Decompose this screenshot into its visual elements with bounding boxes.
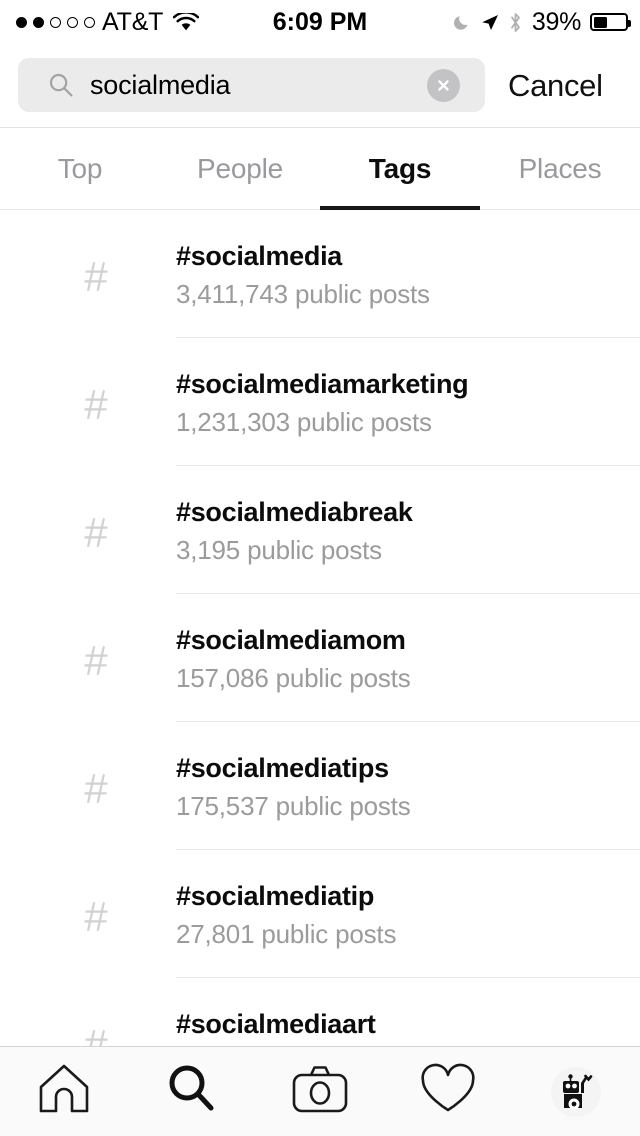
status-bar-right: 39% — [453, 8, 628, 37]
location-arrow-icon — [480, 13, 499, 32]
hashtag-icon: # — [75, 768, 117, 810]
profile-avatar — [551, 1067, 601, 1117]
table-row-body: #socialmediabreak 3,195 public posts — [176, 466, 640, 594]
tab-home[interactable] — [0, 1047, 128, 1136]
hashtag-icon: # — [75, 640, 117, 682]
search-icon — [165, 1062, 219, 1121]
status-bar: AT&T 6:09 PM — [0, 0, 640, 44]
battery-icon — [590, 13, 628, 31]
tag-post-count: 157,086 public posts — [176, 663, 411, 694]
tab-tags[interactable]: Tags — [320, 128, 480, 209]
table-row[interactable]: # #socialmediabreak 3,195 public posts — [0, 466, 640, 594]
table-row-body: #socialmediatips 175,537 public posts — [176, 722, 640, 850]
battery-percent-label: 39% — [532, 8, 581, 37]
tag-name: #socialmediatips — [176, 753, 389, 784]
heart-icon — [419, 1063, 477, 1120]
tab-search[interactable] — [128, 1047, 256, 1136]
table-row[interactable]: # #socialmediaart — [0, 978, 640, 1046]
hashtag-icon: # — [75, 384, 117, 426]
cancel-button[interactable]: Cancel — [508, 44, 603, 128]
search-input[interactable]: socialmedia — [18, 58, 485, 112]
hashtag-icon: # — [75, 256, 117, 298]
tab-places[interactable]: Places — [480, 128, 640, 209]
tag-name: #socialmediaart — [176, 1009, 376, 1040]
camera-icon — [291, 1064, 349, 1119]
tag-post-count: 3,195 public posts — [176, 535, 382, 566]
table-row-body: #socialmedia 3,411,743 public posts — [176, 210, 640, 338]
home-icon — [35, 1061, 93, 1122]
hashtag-icon: # — [75, 896, 117, 938]
table-row[interactable]: # #socialmedia 3,411,743 public posts — [0, 210, 640, 338]
bottom-tab-bar — [0, 1046, 640, 1136]
tab-profile[interactable] — [512, 1047, 640, 1136]
tab-people[interactable]: People — [160, 128, 320, 209]
search-bar: socialmedia Cancel — [0, 44, 640, 128]
tag-name: #socialmediamom — [176, 625, 406, 656]
instagram-search-screen: AT&T 6:09 PM — [0, 0, 640, 1136]
table-row[interactable]: # #socialmediamarketing 1,231,303 public… — [0, 338, 640, 466]
tag-name: #socialmedia — [176, 241, 342, 272]
search-category-tabs: Top People Tags Places — [0, 128, 640, 210]
tag-name: #socialmediatip — [176, 881, 374, 912]
clear-icon[interactable] — [427, 69, 460, 102]
clock-label: 6:09 PM — [273, 8, 367, 36]
table-row-body: #socialmediatip 27,801 public posts — [176, 850, 640, 978]
hashtag-icon: # — [75, 512, 117, 554]
table-row[interactable]: # #socialmediatip 27,801 public posts — [0, 850, 640, 978]
search-icon — [48, 72, 74, 98]
tab-top[interactable]: Top — [0, 128, 160, 209]
tab-camera[interactable] — [256, 1047, 384, 1136]
tab-activity[interactable] — [384, 1047, 512, 1136]
tag-post-count: 175,537 public posts — [176, 791, 411, 822]
table-row-body: #socialmediaart — [176, 978, 640, 1046]
table-row-body: #socialmediamarketing 1,231,303 public p… — [176, 338, 640, 466]
table-row[interactable]: # #socialmediamom 157,086 public posts — [0, 594, 640, 722]
moon-icon — [453, 13, 471, 31]
table-row[interactable]: # #socialmediatips 175,537 public posts — [0, 722, 640, 850]
search-input-value: socialmedia — [90, 70, 230, 101]
tag-post-count: 1,231,303 public posts — [176, 407, 432, 438]
tag-post-count: 27,801 public posts — [176, 919, 396, 950]
tag-name: #socialmediabreak — [176, 497, 413, 528]
tag-post-count: 3,411,743 public posts — [176, 279, 430, 310]
hashtag-icon: # — [75, 1024, 117, 1046]
tag-results-list[interactable]: # #socialmedia 3,411,743 public posts # … — [0, 210, 640, 1046]
tag-name: #socialmediamarketing — [176, 369, 468, 400]
table-row-body: #socialmediamom 157,086 public posts — [176, 594, 640, 722]
bluetooth-icon — [508, 12, 523, 33]
